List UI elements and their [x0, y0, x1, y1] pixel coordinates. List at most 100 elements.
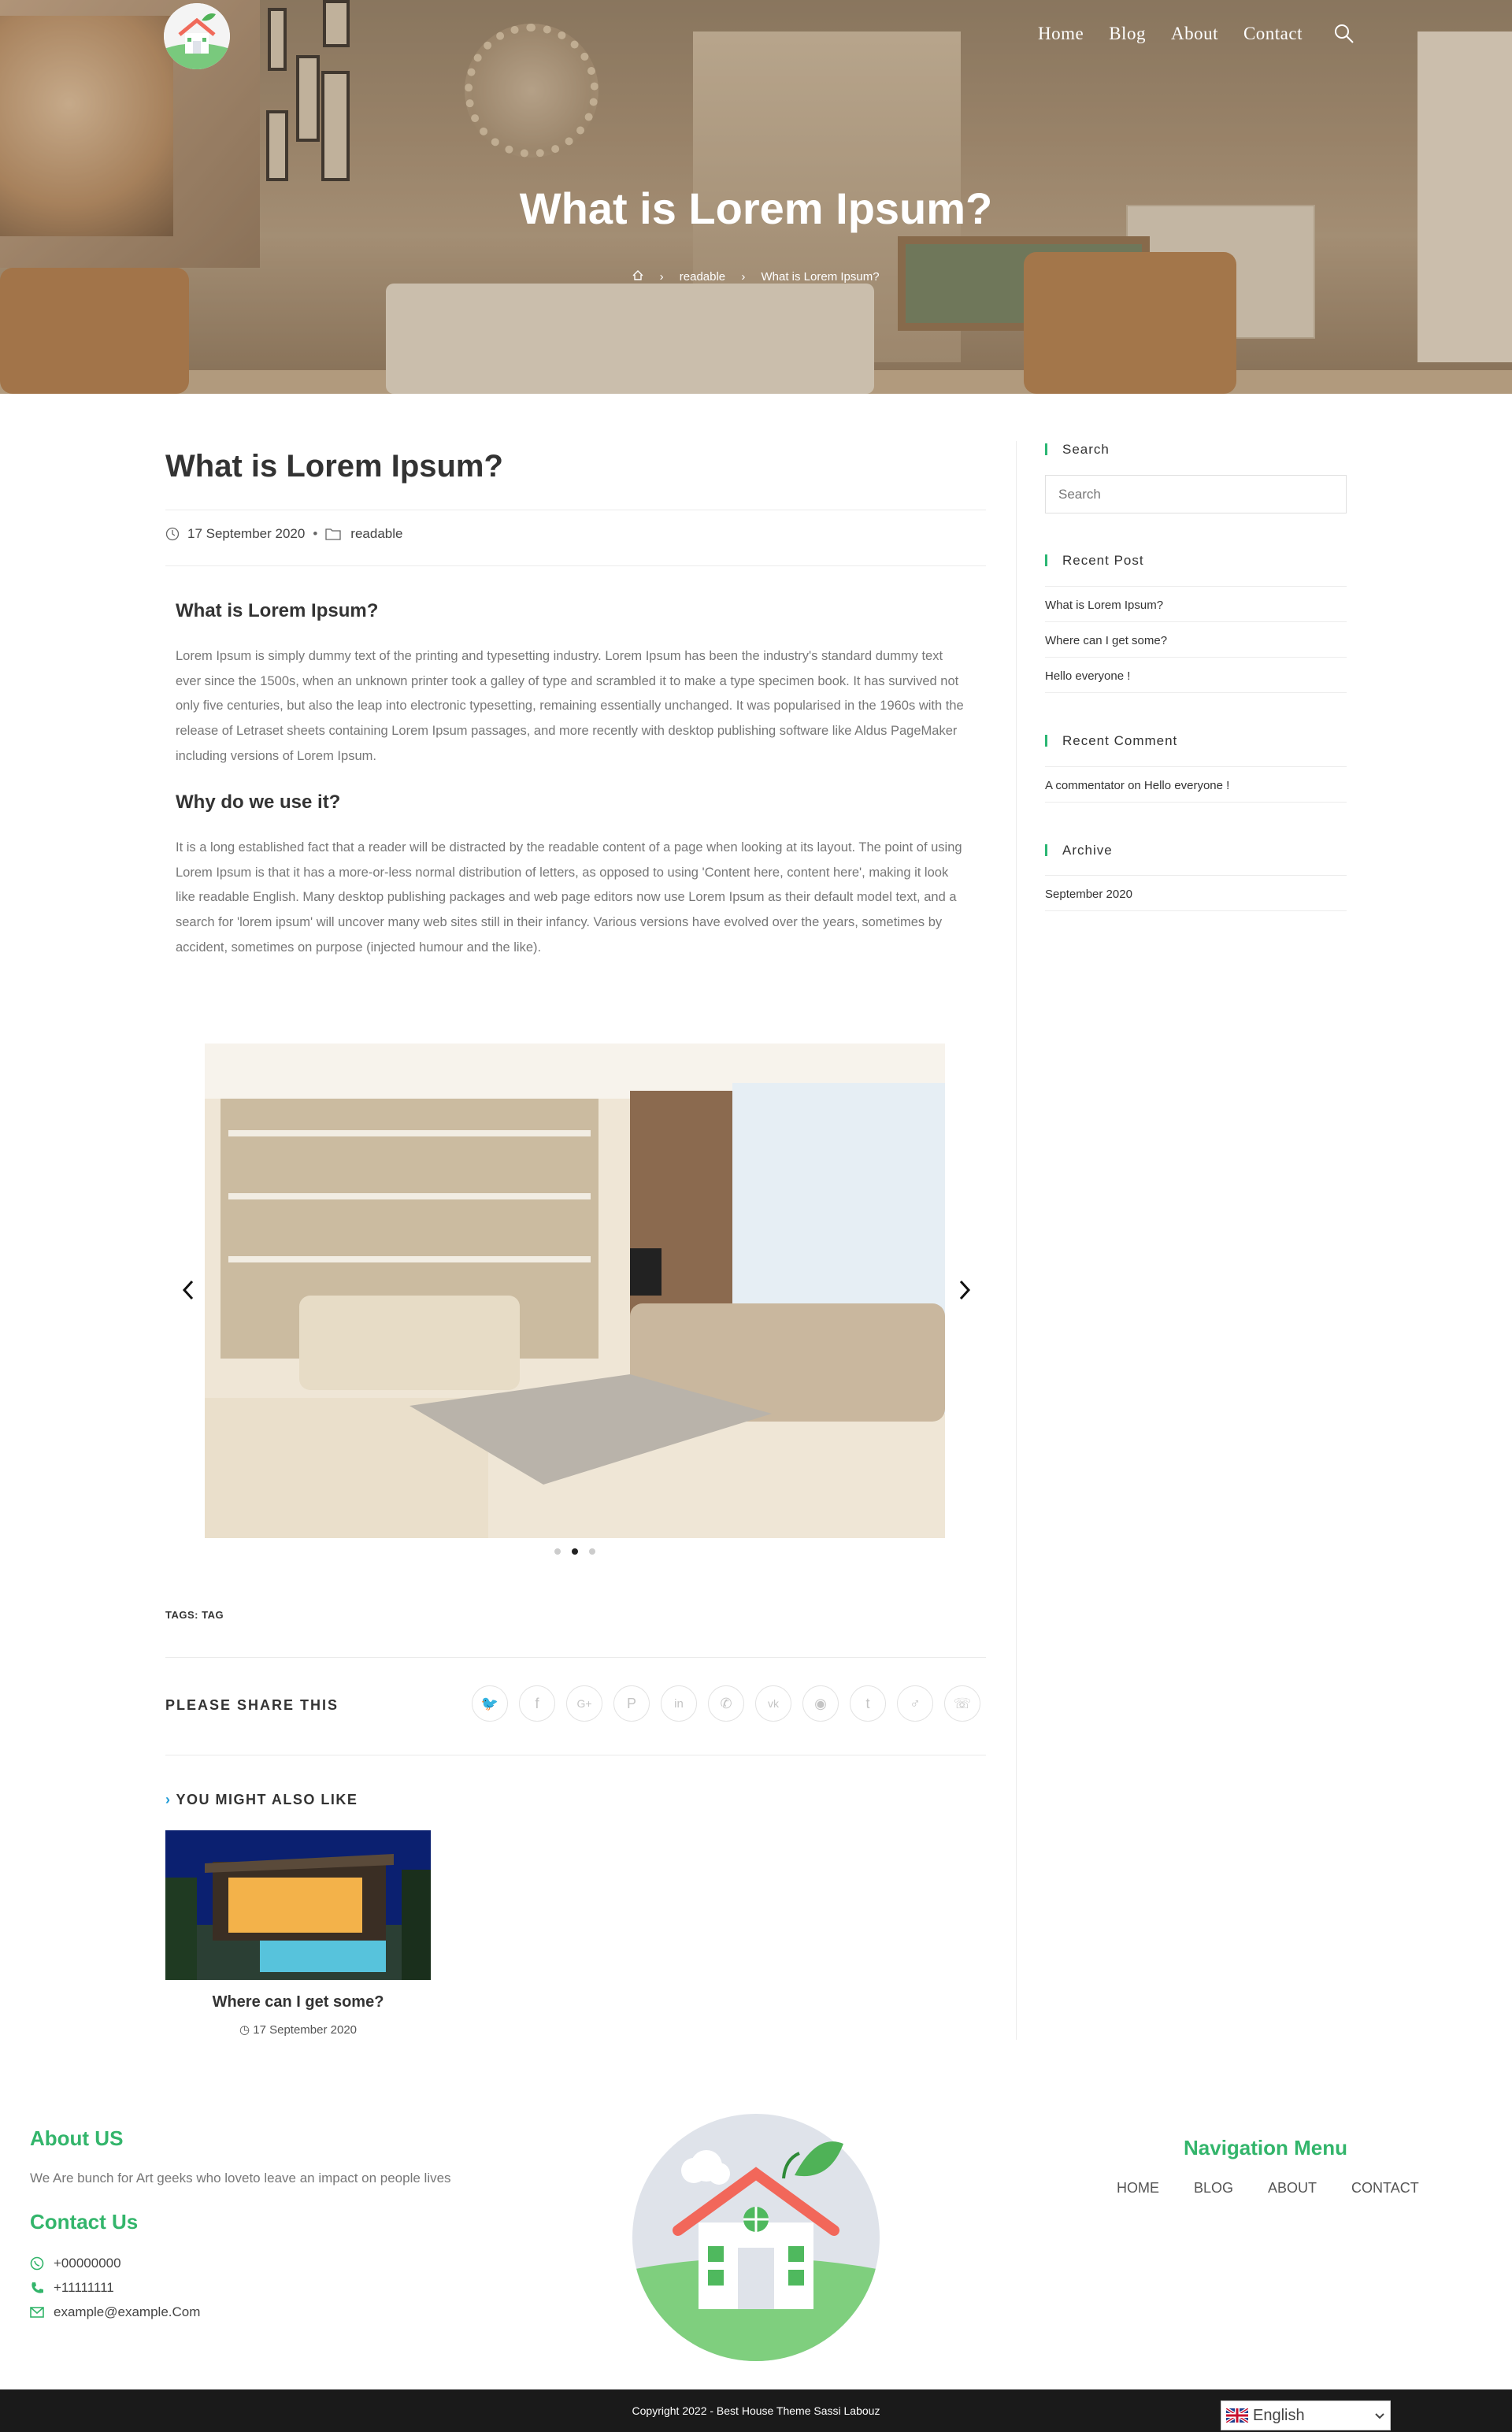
slider-dot-active[interactable]	[572, 1548, 578, 1555]
whatsapp-icon	[30, 2256, 44, 2271]
site-logo[interactable]	[164, 3, 230, 69]
comment-post-link[interactable]: Hello everyone !	[1144, 779, 1229, 792]
slider-dots	[554, 1548, 595, 1555]
nav-home[interactable]: Home	[1038, 24, 1084, 44]
search-icon[interactable]	[1334, 24, 1354, 44]
chevron-right-icon	[959, 1280, 971, 1300]
viber-icon[interactable]: ✆	[708, 1685, 744, 1722]
tags-label: TAGS:	[165, 1609, 198, 1621]
related-post-thumbnail[interactable]	[165, 1830, 431, 1980]
breadcrumb-category[interactable]: readable	[680, 270, 725, 284]
pinterest-icon[interactable]: P	[613, 1685, 650, 1722]
meta-separator: •	[313, 526, 318, 541]
phone-icon	[32, 2282, 43, 2293]
divider	[1045, 802, 1347, 803]
phone-number: +11111111	[54, 2280, 114, 2295]
section-paragraph: It is a long established fact that a rea…	[176, 840, 962, 955]
linkedin-icon[interactable]: in	[661, 1685, 697, 1722]
divider	[1045, 657, 1347, 658]
comment-author[interactable]: A commentator	[1045, 779, 1125, 792]
viadeo-icon[interactable]: ♂	[897, 1685, 933, 1722]
divider	[1045, 766, 1347, 767]
archive-link[interactable]: September 2020	[1045, 888, 1132, 901]
whatsapp-icon[interactable]: ☏	[944, 1685, 980, 1722]
breadcrumb-current: What is Lorem Ipsum?	[761, 270, 880, 284]
section-heading: What is Lorem Ipsum?	[176, 600, 379, 621]
footer-navigation: HOME BLOG ABOUT CONTACT	[1117, 2180, 1419, 2197]
recent-post-link[interactable]: What is Lorem Ipsum?	[1045, 599, 1163, 612]
section-heading: Why do we use it?	[176, 792, 341, 813]
copyright-text: Copyright 2022 - Best House Theme Sassi …	[632, 2404, 880, 2417]
slider-next-button[interactable]	[954, 1278, 973, 1302]
widget-title-search: Search	[1045, 442, 1110, 458]
divider	[1045, 692, 1347, 693]
footer-phone: +11111111	[30, 2280, 114, 2296]
footer-nav-blog[interactable]: BLOG	[1194, 2180, 1233, 2197]
divider	[165, 565, 986, 566]
footer-logo	[631, 2112, 881, 2367]
tag-link[interactable]: TAG	[202, 1609, 224, 1621]
house-logo-icon	[632, 2114, 880, 2361]
footer-nav-contact[interactable]: CONTACT	[1351, 2180, 1419, 2197]
image-slider[interactable]	[205, 1044, 945, 1538]
footer-nav-home[interactable]: HOME	[1117, 2180, 1159, 2197]
related-posts-heading: › YOU MIGHT ALSO LIKE	[165, 1792, 358, 1808]
nav-contact[interactable]: Contact	[1243, 24, 1303, 44]
folder-icon	[325, 528, 341, 540]
sidebar-search-input[interactable]	[1045, 475, 1347, 513]
vk-icon[interactable]: vk	[755, 1685, 791, 1722]
comment-on: on	[1128, 779, 1141, 792]
divider	[1045, 875, 1347, 876]
divider	[1045, 621, 1347, 622]
footer-email: example@example.Com	[30, 2304, 200, 2320]
reddit-icon[interactable]: ◉	[802, 1685, 839, 1722]
section-paragraph: Lorem Ipsum is simply dummy text of the …	[176, 649, 964, 763]
recent-comment: A commentator on Hello everyone !	[1045, 779, 1229, 792]
post-category[interactable]: readable	[350, 526, 402, 542]
recent-post-link[interactable]: Hello everyone !	[1045, 669, 1130, 683]
related-post-title[interactable]: Where can I get some?	[165, 1993, 431, 2011]
language-label: English	[1253, 2406, 1305, 2424]
breadcrumb-separator: ›	[659, 270, 664, 284]
clock-icon: ◷	[239, 2023, 250, 2037]
footer-nav-about[interactable]: ABOUT	[1268, 2180, 1317, 2197]
slider-prev-button[interactable]	[180, 1278, 198, 1302]
sidebar-divider	[1016, 441, 1017, 2040]
widget-title-recent-post: Recent Post	[1045, 553, 1144, 569]
home-icon[interactable]	[632, 270, 647, 284]
clock-icon	[165, 527, 180, 541]
footer-contact-title: Contact Us	[30, 2210, 139, 2234]
divider	[1045, 586, 1347, 587]
email-address: example@example.Com	[54, 2304, 201, 2319]
main-navigation: Home Blog About Contact	[1013, 24, 1354, 44]
post-tags: TAGS: TAG	[165, 1609, 224, 1621]
nav-about[interactable]: About	[1171, 24, 1218, 44]
related-heading-text: YOU MIGHT ALSO LIKE	[176, 1792, 358, 1807]
house-logo-icon	[164, 3, 230, 69]
widget-title-recent-comment: Recent Comment	[1045, 733, 1177, 749]
modern-house-photo	[165, 1830, 431, 1980]
tumblr-icon[interactable]: t	[850, 1685, 886, 1722]
breadcrumb-separator: ›	[741, 270, 746, 284]
nav-blog[interactable]: Blog	[1109, 24, 1146, 44]
chevron-left-icon	[182, 1280, 194, 1300]
breadcrumb: › readable › What is Lorem Ipsum?	[0, 270, 1512, 284]
divider	[1045, 910, 1347, 911]
footer-about-text: We Are bunch for Art geeks who loveto le…	[30, 2171, 451, 2185]
twitter-icon[interactable]: 🐦	[472, 1685, 508, 1722]
footer-whatsapp: +00000000	[30, 2256, 121, 2271]
divider	[165, 1657, 986, 1658]
chevron-down-icon	[1374, 2407, 1385, 2425]
slider-dot[interactable]	[554, 1548, 561, 1555]
google-plus-icon[interactable]: G+	[566, 1685, 602, 1722]
uk-flag-icon	[1226, 2408, 1248, 2423]
language-selector[interactable]: English	[1221, 2400, 1391, 2430]
page-title: What is Lorem Ipsum?	[519, 184, 993, 233]
slider-dot[interactable]	[589, 1548, 595, 1555]
recent-post-link[interactable]: Where can I get some?	[1045, 634, 1167, 647]
facebook-icon[interactable]: f	[519, 1685, 555, 1722]
footer-nav-title: Navigation Menu	[1184, 2136, 1348, 2160]
footer-about-title: About US	[30, 2126, 124, 2150]
post-date: 17 September 2020	[187, 526, 306, 541]
related-post-date: ◷ 17 September 2020	[165, 2022, 431, 2037]
